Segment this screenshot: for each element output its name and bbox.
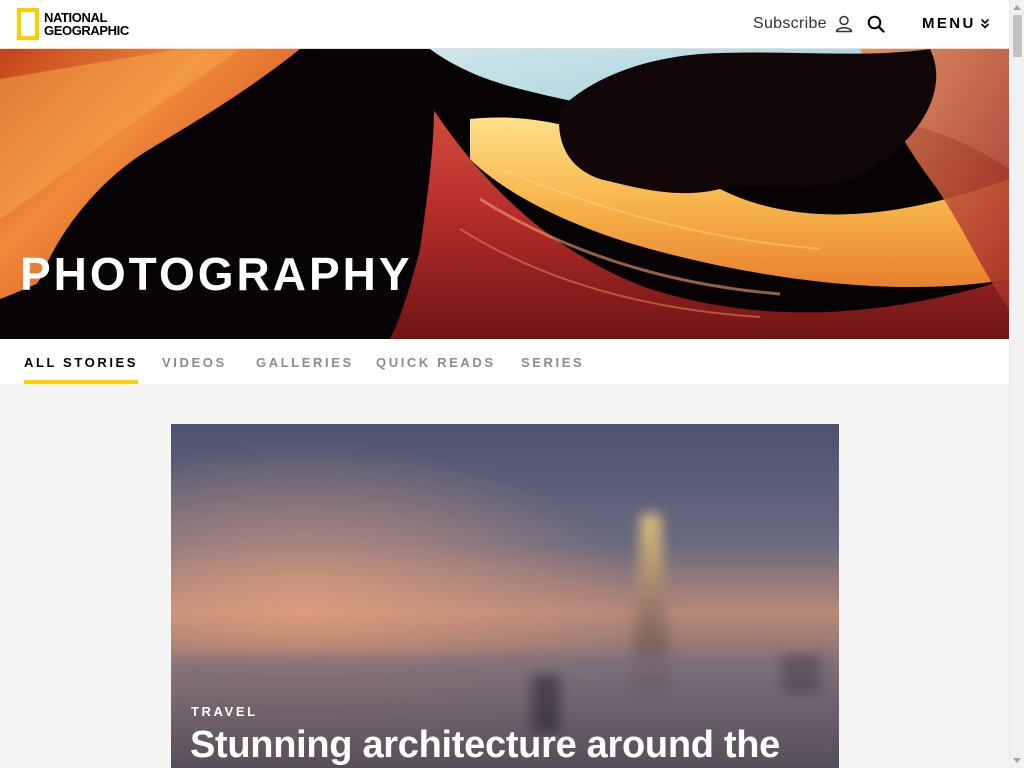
site-header: NATIONAL GEOGRAPHIC Subscribe MENU — [0, 0, 1009, 49]
page-scrollbar[interactable] — [1009, 0, 1024, 768]
subscribe-link[interactable]: Subscribe — [753, 15, 827, 33]
scrollbar-thumb[interactable] — [1013, 15, 1022, 57]
scroll-up-arrow-icon[interactable] — [1013, 5, 1021, 10]
tab-all-stories[interactable]: ALL STORIES — [24, 355, 139, 384]
category-tabs: ALL STORIES VIDEOS GALLERIES QUICK READS… — [0, 339, 1009, 384]
menu-button[interactable]: MENU — [922, 15, 990, 32]
tab-videos[interactable]: VIDEOS — [162, 355, 227, 384]
logo-line-2: GEOGRAPHIC — [44, 23, 129, 38]
featured-story-card[interactable]: TRAVEL Stunning architecture around the — [171, 424, 839, 768]
logo-yellow-frame-icon — [17, 8, 39, 40]
menu-label: MENU — [922, 15, 976, 32]
tab-galleries[interactable]: GALLERIES — [256, 355, 354, 384]
story-headline[interactable]: Stunning architecture around the — [190, 724, 780, 767]
national-geographic-logo[interactable]: NATIONAL GEOGRAPHIC — [17, 8, 129, 40]
logo-wordmark: NATIONAL GEOGRAPHIC — [44, 11, 129, 37]
user-icon[interactable] — [835, 15, 853, 33]
tab-quick-reads[interactable]: QUICK READS — [376, 355, 496, 384]
featured-story-image — [171, 424, 839, 768]
page-title: PHOTOGRAPHY — [20, 248, 413, 300]
chevron-down-icon — [980, 18, 989, 29]
scroll-down-arrow-icon[interactable] — [1013, 758, 1021, 763]
search-icon[interactable] — [867, 15, 885, 33]
tab-series[interactable]: SERIES — [521, 355, 584, 384]
story-category: TRAVEL — [191, 704, 258, 719]
hero-banner: PHOTOGRAPHY — [0, 49, 1009, 339]
